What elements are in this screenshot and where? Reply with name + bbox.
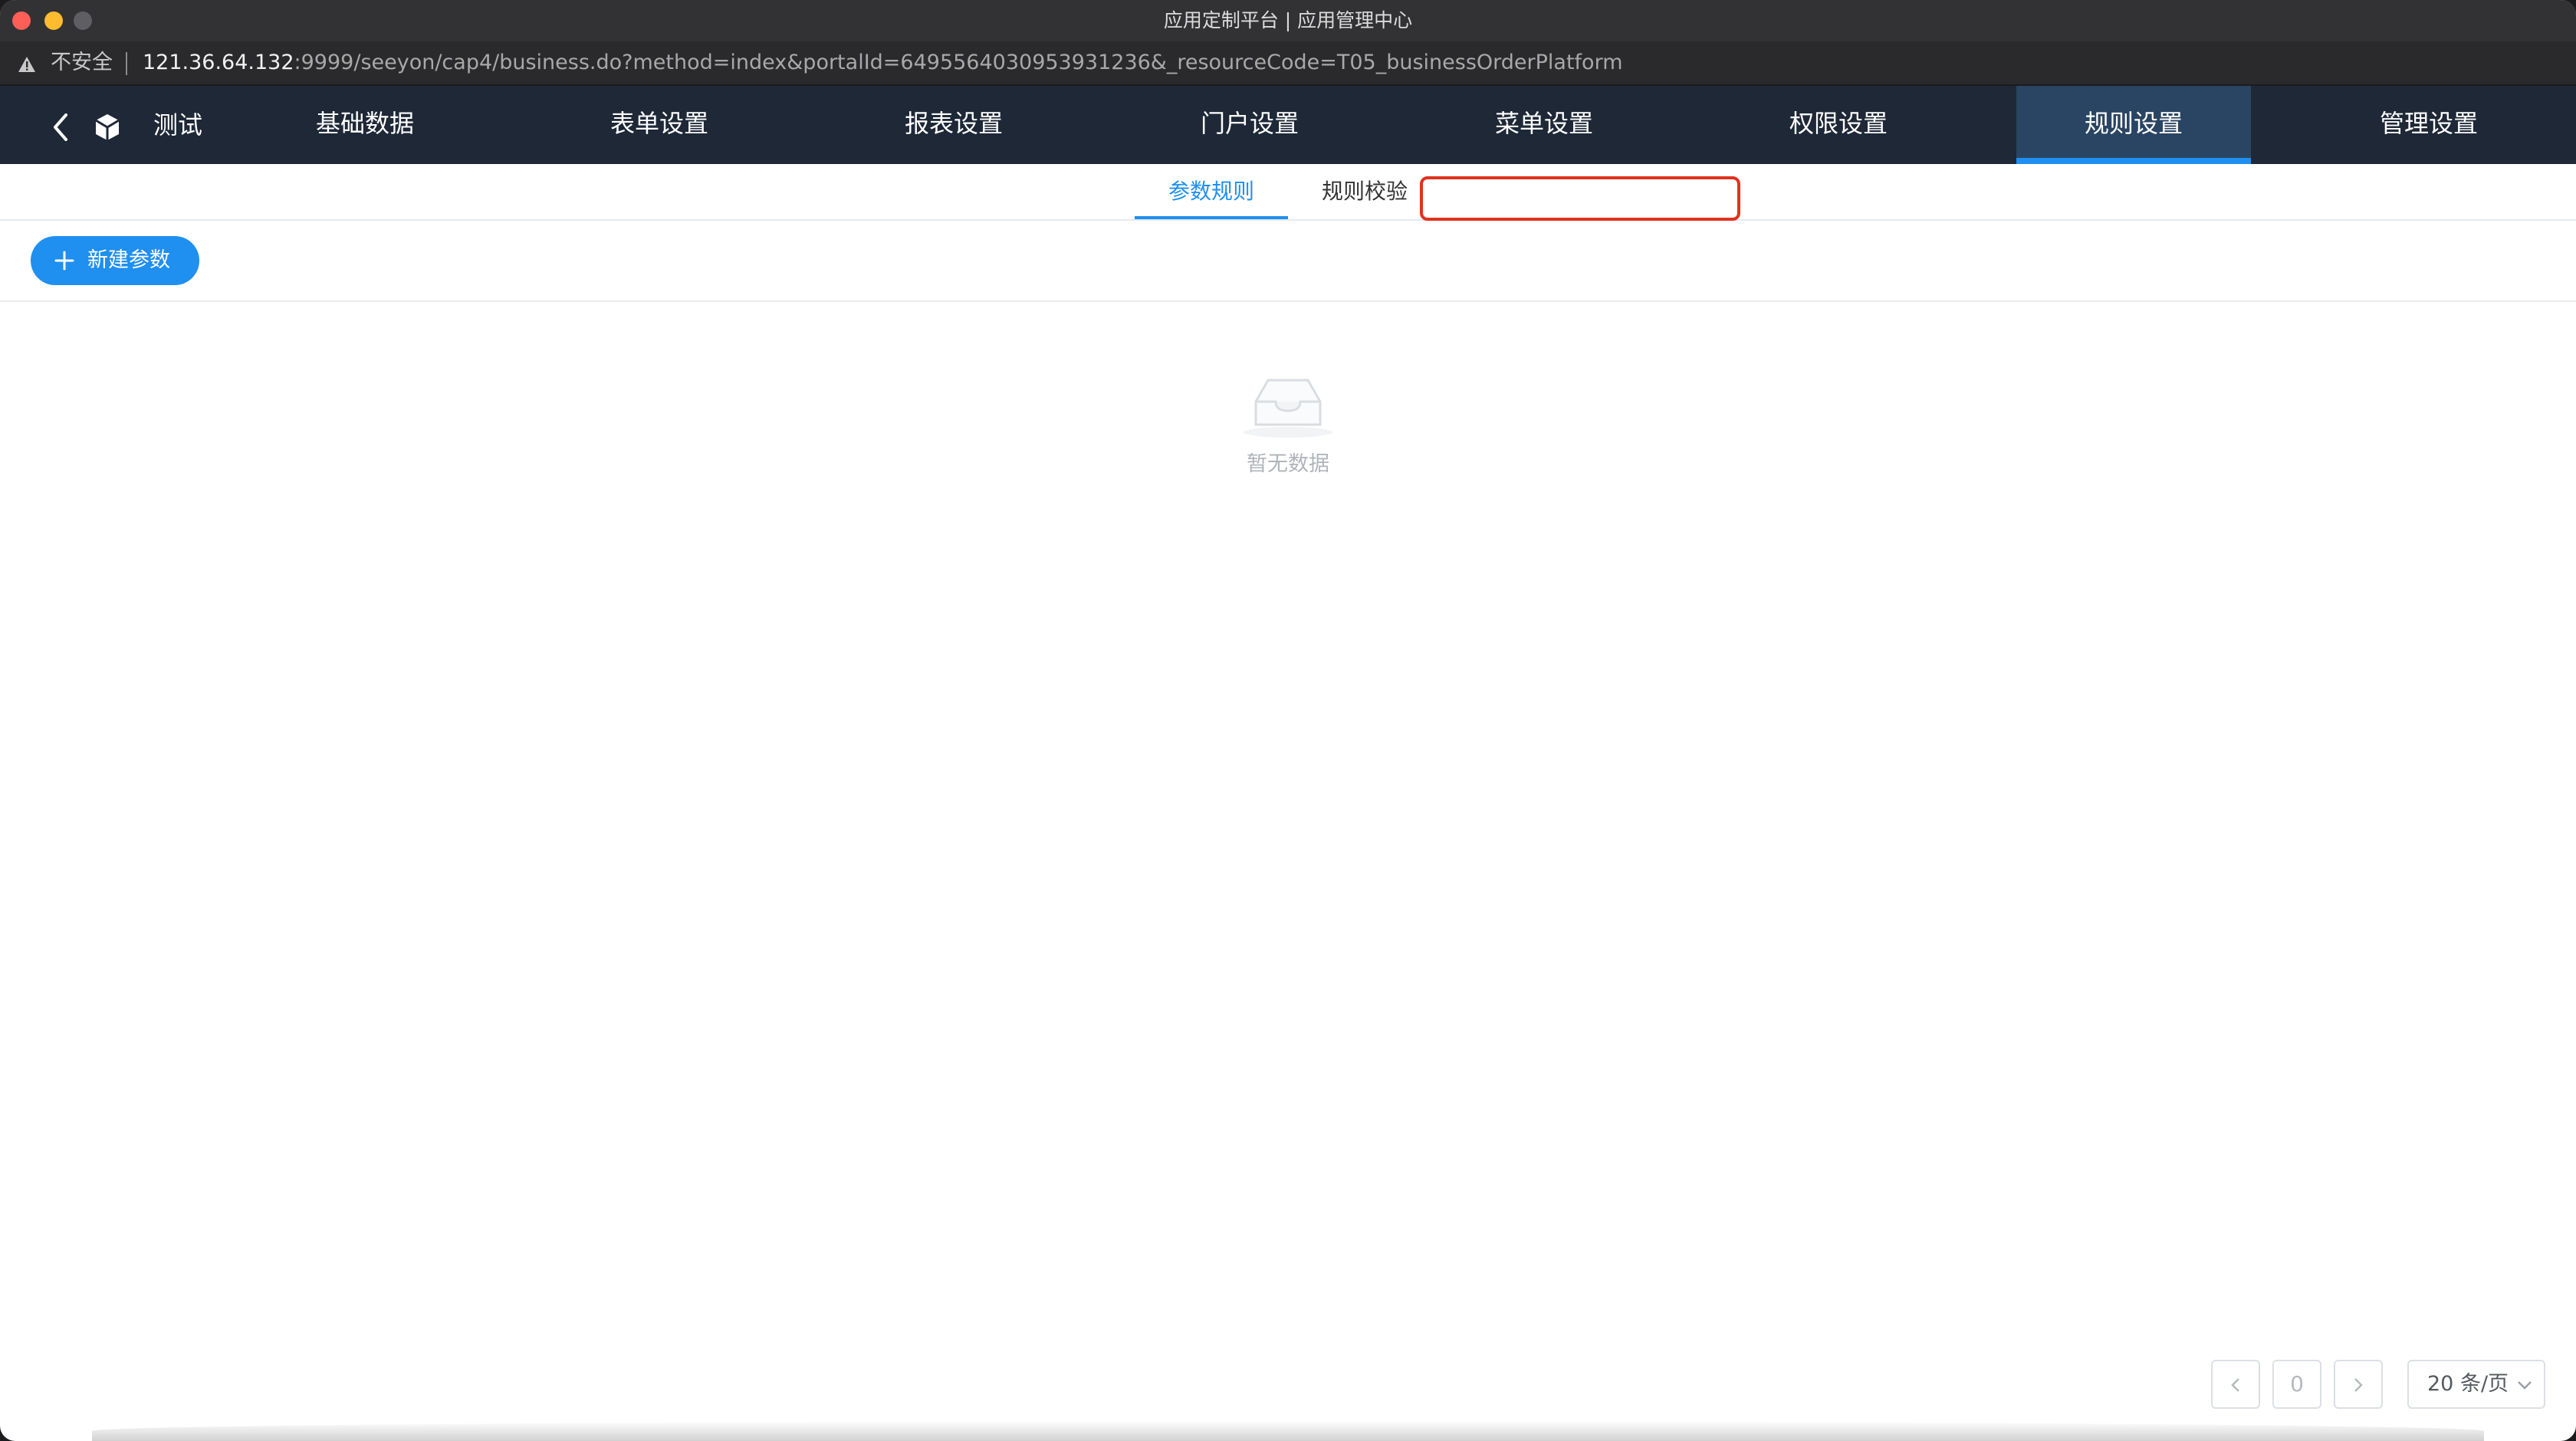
- title-bar: 应用定制平台 | 应用管理中心: [0, 0, 2576, 41]
- warning-icon: [17, 55, 37, 77]
- url-host: 121.36.64.132: [143, 51, 294, 74]
- plus-icon: [52, 248, 77, 278]
- sub-tabs-bar: [0, 164, 2576, 221]
- empty-state-text: 暂无数据: [1247, 452, 1329, 476]
- divider: [0, 300, 2576, 302]
- nav-permission-settings[interactable]: 权限设置: [1766, 86, 1911, 164]
- url-path: :9999/seeyon/cap4/business.do?method=ind…: [294, 51, 1623, 74]
- page-size-select[interactable]: 20 条/页: [2407, 1360, 2545, 1409]
- nav-rule-settings[interactable]: 规则设置: [2016, 86, 2251, 164]
- nav-basic-data[interactable]: 基础数据: [293, 86, 437, 164]
- app-name: 测试: [153, 110, 203, 140]
- chevron-right-icon: [2354, 1378, 2363, 1392]
- tab-rule-validation[interactable]: 规则校验: [1303, 164, 1426, 219]
- browser-window: 应用定制平台 | 应用管理中心 不安全 121.36.64.132:9999/s…: [0, 0, 2576, 1441]
- page-size-label: 20 条/页: [2427, 1372, 2509, 1396]
- current-page-indicator[interactable]: 0: [2272, 1360, 2321, 1409]
- nav-admin-settings[interactable]: 管理设置: [2357, 86, 2501, 164]
- insecure-label[interactable]: 不安全: [51, 41, 113, 84]
- new-parameter-button[interactable]: 新建参数: [31, 236, 199, 285]
- new-parameter-label: 新建参数: [87, 248, 170, 272]
- nav-portal-settings[interactable]: 门户设置: [1178, 86, 1322, 164]
- empty-inbox-icon: [1239, 371, 1337, 443]
- address-separator: [126, 52, 127, 75]
- chevron-left-icon: [2231, 1378, 2239, 1392]
- back-arrow-icon[interactable]: [48, 112, 74, 146]
- window-title: 应用定制平台 | 应用管理中心: [1163, 9, 1413, 31]
- tab-parameter-rules[interactable]: 参数规则: [1135, 164, 1288, 219]
- prev-page-button[interactable]: [2211, 1360, 2260, 1409]
- next-page-button[interactable]: [2334, 1360, 2383, 1409]
- nav-form-settings[interactable]: 表单设置: [587, 86, 731, 164]
- highlight-annotation-box: [1420, 176, 1740, 221]
- app-cube-icon: [92, 112, 123, 146]
- nav-menu-settings[interactable]: 菜单设置: [1472, 86, 1616, 164]
- window-bottom-shadow: [92, 1421, 2484, 1441]
- url-text[interactable]: 121.36.64.132:9999/seeyon/cap4/business.…: [143, 41, 1623, 84]
- nav-report-settings[interactable]: 报表设置: [882, 86, 1026, 164]
- chevron-down-icon: [2518, 1381, 2532, 1390]
